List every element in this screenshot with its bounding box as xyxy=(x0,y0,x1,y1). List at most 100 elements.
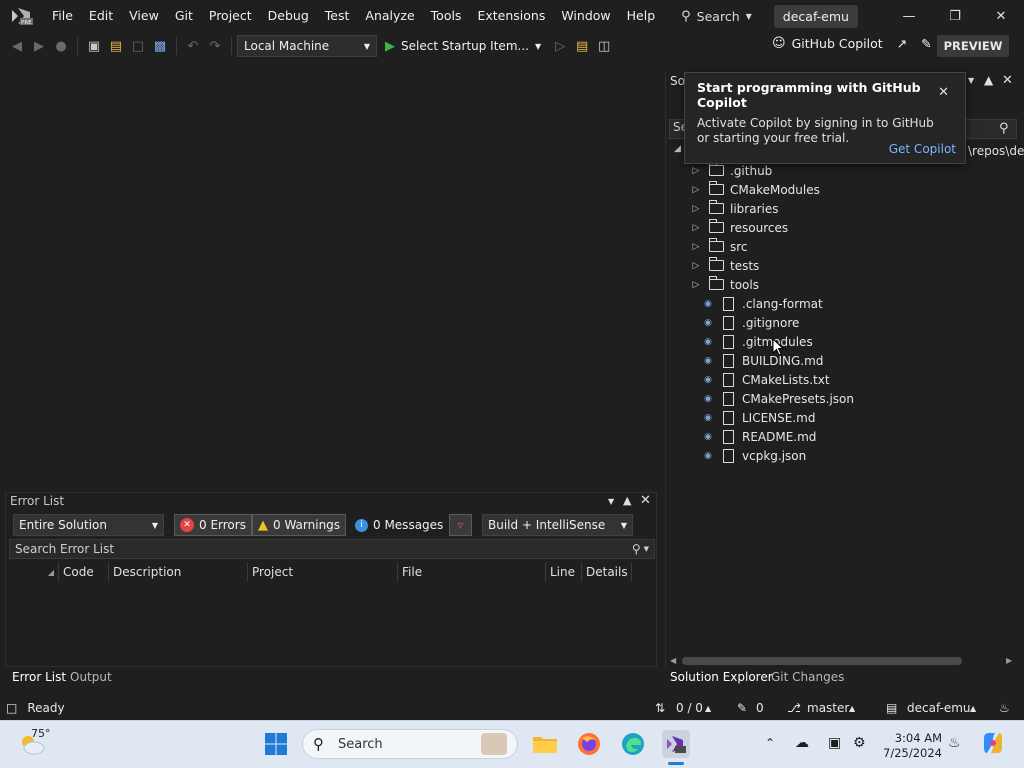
close-panel-icon[interactable]: ✕ xyxy=(1002,73,1013,88)
github-copilot-button[interactable]: ☺ GitHub Copilot ↗ ✎ xyxy=(772,36,932,51)
column-header-description[interactable]: Description xyxy=(109,562,248,582)
notification-bell-icon[interactable]: ♨ xyxy=(948,735,961,751)
windows-start-icon[interactable] xyxy=(264,732,288,759)
menu-window[interactable]: Window xyxy=(553,0,618,32)
column-header-line[interactable]: Line xyxy=(546,562,582,582)
pin-icon[interactable]: ▲ xyxy=(984,73,993,87)
back-icon[interactable]: ◀ xyxy=(7,36,27,56)
undo-icon[interactable]: ↶ xyxy=(183,36,203,56)
git-repo[interactable]: decaf-emu xyxy=(907,701,971,715)
feedback-icon[interactable]: ✎ xyxy=(921,36,931,51)
panel-options-icon[interactable]: ▼ xyxy=(608,497,614,506)
open-folder-icon[interactable]: ▤ xyxy=(106,36,126,56)
menu-help[interactable]: Help xyxy=(619,0,664,32)
accessibility-icon[interactable]: ⚙ xyxy=(853,735,866,751)
tree-file[interactable]: ◉ CMakeLists.txt xyxy=(702,370,830,389)
menu-file[interactable]: File xyxy=(44,0,81,32)
notifications-icon[interactable]: ♨ xyxy=(999,701,1010,715)
tab-solution-explorer[interactable]: Solution Explorer xyxy=(670,670,773,684)
scroll-right-icon[interactable]: ▶ xyxy=(1006,656,1012,665)
minimize-button[interactable]: — xyxy=(886,0,932,32)
column-header-icons[interactable]: ◢ xyxy=(9,562,59,582)
expand-caret-icon[interactable]: ▷ xyxy=(690,261,702,271)
line-changes[interactable]: 0 / 0 xyxy=(676,701,703,715)
tab-error-list[interactable]: Error List xyxy=(12,670,66,684)
taskbar-date[interactable]: 7/25/2024 xyxy=(876,746,942,760)
expand-caret-icon[interactable]: ▷ xyxy=(690,223,702,233)
errors-filter-button[interactable]: ✕ 0 Errors xyxy=(174,514,252,536)
expand-caret-icon[interactable]: ▷ xyxy=(690,280,702,290)
visual-studio-taskbar-icon[interactable] xyxy=(662,730,690,758)
close-window-button[interactable]: ✕ xyxy=(978,0,1024,32)
redo-icon[interactable]: ↷ xyxy=(205,36,225,56)
expand-caret-icon[interactable]: ▷ xyxy=(690,204,702,214)
filter-button[interactable]: ▿ xyxy=(449,514,472,536)
menu-analyze[interactable]: Analyze xyxy=(357,0,422,32)
tree-file[interactable]: ◉ .clang-format xyxy=(702,294,823,313)
tree-file[interactable]: ◉ README.md xyxy=(702,427,816,446)
file-explorer-icon[interactable] xyxy=(531,730,559,758)
tree-folder[interactable]: ▷ tests xyxy=(690,256,759,275)
menu-project[interactable]: Project xyxy=(201,0,260,32)
tab-git-changes[interactable]: Git Changes xyxy=(771,670,844,684)
menu-view[interactable]: View xyxy=(121,0,167,32)
messages-filter-button[interactable]: i 0 Messages xyxy=(350,514,448,536)
column-header-project[interactable]: Project xyxy=(248,562,398,582)
display-icon[interactable]: ▣ xyxy=(828,735,841,751)
panel-options-icon[interactable]: ▼ xyxy=(968,76,974,85)
layout-icon[interactable]: ◫ xyxy=(594,36,614,56)
start-debugging-button[interactable]: ▶ Select Startup Item... ▼ xyxy=(377,39,549,54)
tree-folder[interactable]: ▷ tools xyxy=(690,275,759,294)
menu-debug[interactable]: Debug xyxy=(260,0,317,32)
tree-file[interactable]: ◉ LICENSE.md xyxy=(702,408,815,427)
menu-test[interactable]: Test xyxy=(317,0,358,32)
error-list-search-input[interactable]: Search Error List ⚲ ▼ xyxy=(9,539,655,559)
tree-folder[interactable]: ▷ libraries xyxy=(690,199,778,218)
editor-area[interactable] xyxy=(0,60,662,492)
menu-tools[interactable]: Tools xyxy=(423,0,470,32)
error-scope-dropdown[interactable]: Entire Solution ▼ xyxy=(13,514,164,536)
copilot-app-icon[interactable] xyxy=(980,730,1006,759)
menu-extensions[interactable]: Extensions xyxy=(469,0,553,32)
restore-button[interactable]: ❐ xyxy=(932,0,978,32)
chevron-up-icon[interactable]: ⌃ xyxy=(765,736,775,750)
column-header-code[interactable]: Code xyxy=(59,562,109,582)
close-panel-icon[interactable]: ✕ xyxy=(640,493,651,508)
expand-caret-icon[interactable]: ▷ xyxy=(690,166,702,176)
tree-folder[interactable]: ▷ CMakeModules xyxy=(690,180,820,199)
menu-git[interactable]: Git xyxy=(167,0,201,32)
debug-target-dropdown[interactable]: Local Machine ▼ xyxy=(237,35,377,57)
menu-edit[interactable]: Edit xyxy=(81,0,121,32)
save-all-icon[interactable]: ▩ xyxy=(150,36,170,56)
solution-name-badge[interactable]: decaf-emu xyxy=(773,4,858,28)
close-popup-icon[interactable]: ✕ xyxy=(938,85,949,100)
no-entry-icon[interactable]: ● xyxy=(51,36,71,56)
network-icon[interactable]: ☁ xyxy=(795,735,809,751)
taskbar-time[interactable]: 3:04 AM xyxy=(884,731,942,745)
expand-caret-icon[interactable]: ▷ xyxy=(690,242,702,252)
edge-icon[interactable] xyxy=(619,730,647,758)
root-expanded-caret-icon[interactable]: ◢ xyxy=(674,144,681,154)
pin-icon[interactable]: ▲ xyxy=(623,494,631,507)
forward-icon[interactable]: ▶ xyxy=(29,36,49,56)
tree-file[interactable]: ◉ .gitignore xyxy=(702,313,799,332)
horizontal-scrollbar-thumb[interactable] xyxy=(682,657,962,665)
taskbar-search-box[interactable]: ⚲ Search xyxy=(302,729,518,759)
tree-file[interactable]: ◉ CMakePresets.json xyxy=(702,389,854,408)
tree-file[interactable]: ◉ .gitmodules xyxy=(702,332,813,351)
column-header-details[interactable]: Details xyxy=(582,562,632,582)
tab-output[interactable]: Output xyxy=(70,670,112,684)
tree-file[interactable]: ◉ vcpkg.json xyxy=(702,446,806,465)
expand-caret-icon[interactable]: ▷ xyxy=(690,185,702,195)
preview-button[interactable]: PREVIEW xyxy=(937,35,1009,57)
column-header-file[interactable]: File xyxy=(398,562,546,582)
tree-folder[interactable]: ▷ resources xyxy=(690,218,788,237)
start-without-debugging-icon[interactable]: ▷ xyxy=(550,36,570,56)
solution-folder-icon[interactable]: ▤ xyxy=(572,36,592,56)
git-branch[interactable]: master xyxy=(807,701,849,715)
new-project-icon[interactable]: ▣ xyxy=(84,36,104,56)
edit-count[interactable]: 0 xyxy=(756,701,764,715)
scroll-left-icon[interactable]: ◀ xyxy=(670,656,676,665)
tree-folder[interactable]: ▷ src xyxy=(690,237,748,256)
error-source-dropdown[interactable]: Build + IntelliSense ▼ xyxy=(482,514,633,536)
